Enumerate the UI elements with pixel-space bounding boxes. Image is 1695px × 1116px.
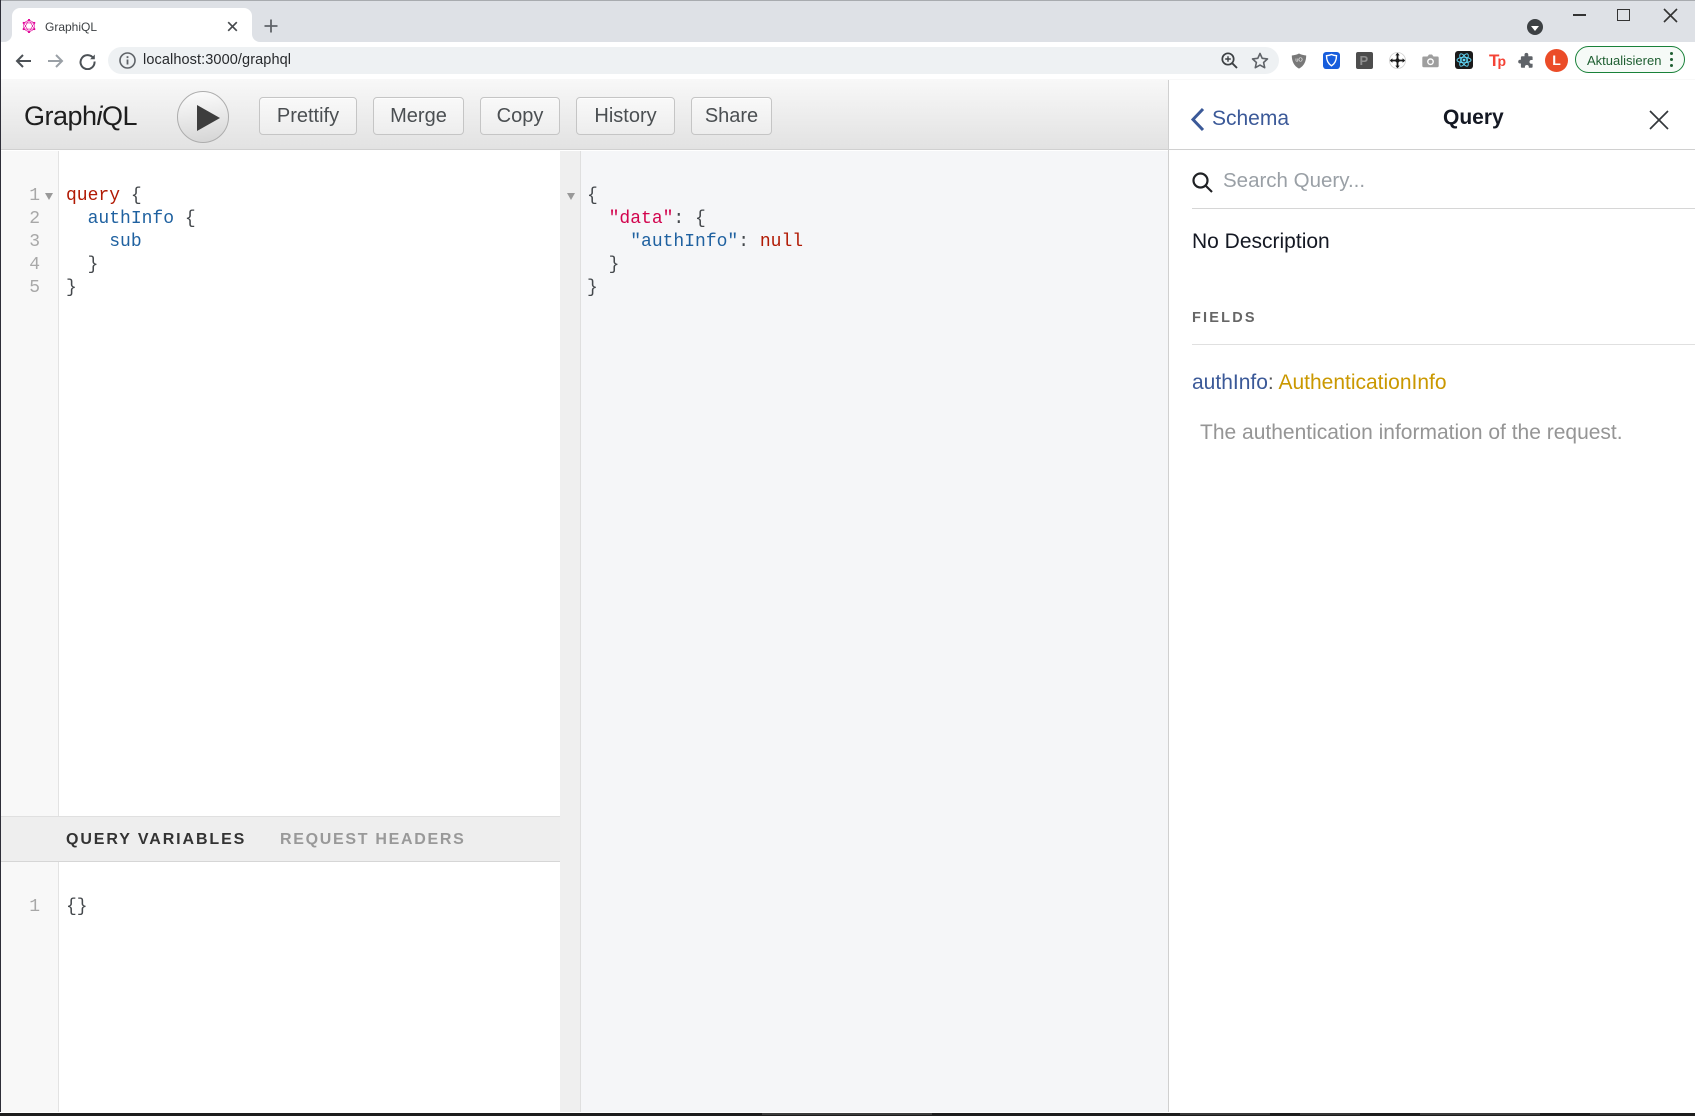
svg-text:uO: uO xyxy=(1295,58,1303,64)
